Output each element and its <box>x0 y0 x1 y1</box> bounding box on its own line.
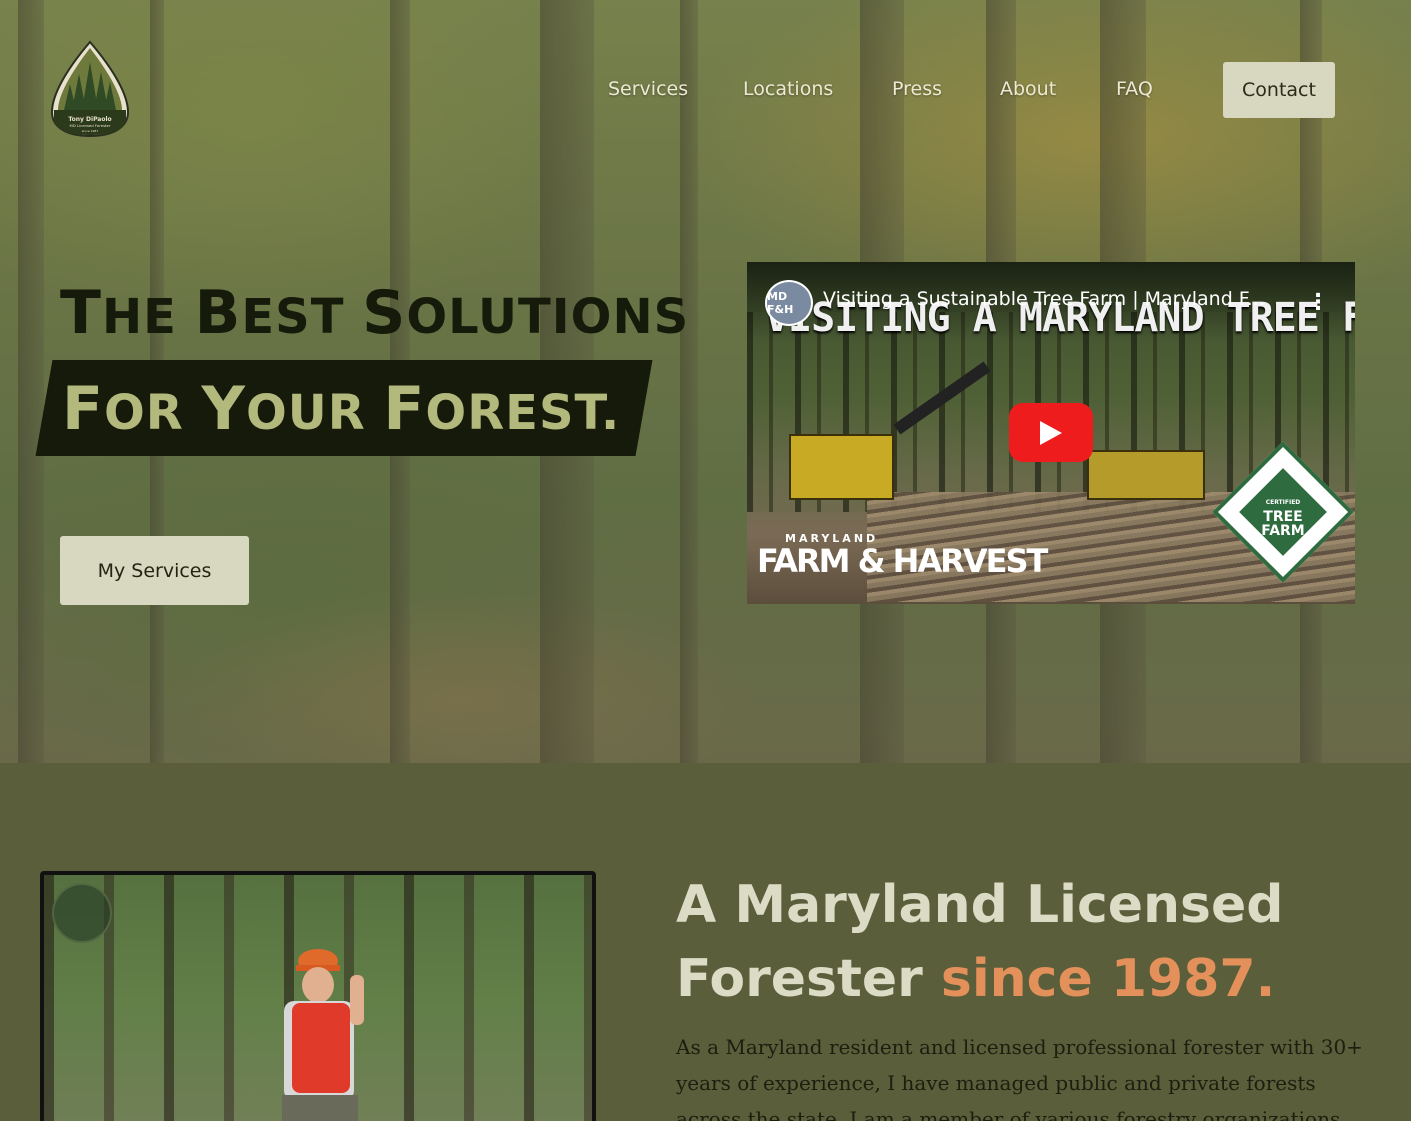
channel-avatar[interactable]: MD F&H <box>765 280 813 326</box>
about-body: As a Maryland resident and licensed prof… <box>676 1035 1363 1121</box>
video-thumbnail-machine <box>789 434 894 500</box>
nav-locations[interactable]: Locations <box>743 78 833 100</box>
forester-figure <box>282 949 364 1121</box>
hero-section: Tony DiPaolo MD Licensed Forester since … <box>0 0 1411 763</box>
farm-harvest-logo: MARYLAND FARM & HARVEST <box>757 532 1048 580</box>
youtube-video-embed[interactable]: VISITING A MARYLAND TREE FARM MD F&H Vis… <box>747 262 1355 604</box>
hero-headline-line1: THE BEST SOLUTIONS <box>60 278 690 348</box>
nav-services[interactable]: Services <box>608 78 688 100</box>
play-icon <box>1040 420 1062 445</box>
site-logo[interactable]: Tony DiPaolo MD Licensed Forester since … <box>46 40 134 138</box>
hero-headline-line2: FOR YOUR FOREST. <box>62 374 621 444</box>
video-title[interactable]: Visiting a Sustainable Tree Farm | Maryl… <box>823 288 1265 310</box>
contact-button[interactable]: Contact <box>1223 62 1335 118</box>
my-services-button[interactable]: My Services <box>60 536 249 605</box>
play-button[interactable] <box>1009 403 1093 462</box>
more-options-icon[interactable]: ⋮ <box>1307 290 1329 315</box>
forester-photo <box>40 871 596 1121</box>
about-title-accent: since 1987. <box>940 949 1276 1009</box>
svg-text:since 1987: since 1987 <box>82 129 98 133</box>
nav-press[interactable]: Press <box>892 78 942 100</box>
about-title: A Maryland Licensed Forester since 1987. <box>676 875 1284 1009</box>
photo-watermark-logo <box>52 883 112 943</box>
nav-about[interactable]: About <box>1000 78 1056 100</box>
svg-text:Tony DiPaolo: Tony DiPaolo <box>68 116 111 123</box>
nav-faq[interactable]: FAQ <box>1116 78 1153 100</box>
svg-text:MD Licensed Forester: MD Licensed Forester <box>70 123 111 128</box>
